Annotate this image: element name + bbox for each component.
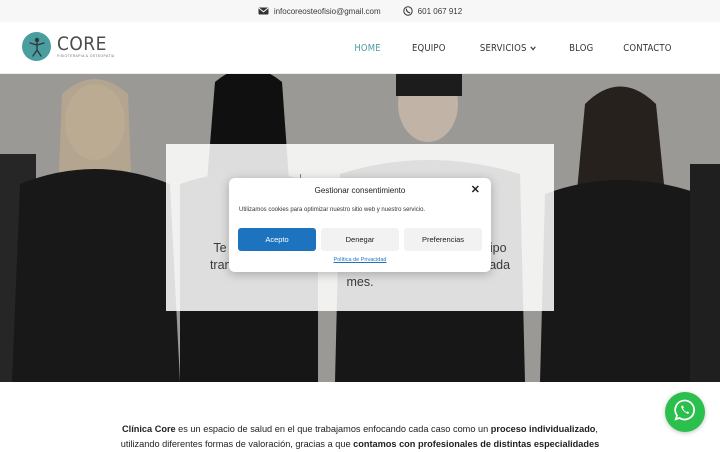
logo-wordmark: CORE: [57, 33, 107, 55]
intro-text-1: es un espacio de salud en el que trabaja…: [175, 424, 491, 434]
contact-bar: infocoreosteofisio@gmail.com 601 067 912: [0, 0, 720, 22]
whatsapp-button[interactable]: [665, 392, 705, 432]
logo[interactable]: CORE FISIOTERAPIA & OSTEOPATIA: [22, 32, 115, 61]
nav-equipo[interactable]: EQUIPO: [412, 43, 446, 54]
whatsapp-icon: [673, 398, 697, 427]
phone-text: 601 067 912: [417, 6, 463, 16]
phone-contact[interactable]: 601 067 912: [402, 6, 463, 16]
nav-home[interactable]: HOME: [354, 43, 380, 54]
nav-servicios-label: SERVICIOS: [479, 42, 527, 54]
envelope-icon: [258, 7, 269, 15]
intro-highlight-1: proceso individualizado: [490, 424, 596, 434]
chevron-down-icon: [530, 43, 536, 54]
logo-figure-icon: [22, 32, 51, 61]
intro-paragraph: Clínica Core es un espacio de salud en e…: [120, 422, 600, 452]
privacy-policy-link[interactable]: Política de Privacidad: [229, 257, 491, 263]
consent-message: Utilizamos cookies para optimizar nuestr…: [239, 207, 426, 213]
close-icon[interactable]: ✕: [471, 183, 480, 196]
nav-servicios[interactable]: SERVICIOS: [480, 43, 536, 54]
main-nav: HOME EQUIPO SERVICIOS BLOG CONTACTO: [352, 22, 676, 74]
accept-button[interactable]: Acepto: [238, 228, 316, 251]
hero-line-3: mes.: [346, 275, 374, 289]
preferences-button[interactable]: Preferencias: [404, 228, 482, 251]
site-header: CORE FISIOTERAPIA & OSTEOPATIA HOME EQUI…: [0, 22, 720, 74]
nav-blog[interactable]: BLOG: [569, 43, 593, 54]
whatsapp-icon: [402, 6, 413, 16]
cookie-consent-dialog: Gestionar consentimiento ✕ Utilizamos co…: [229, 178, 491, 272]
email-contact[interactable]: infocoreosteofisio@gmail.com: [258, 7, 381, 16]
consent-title: Gestionar consentimiento: [314, 186, 406, 195]
email-text: infocoreosteofisio@gmail.com: [273, 6, 381, 16]
intro-clinic-name: Clínica Core: [122, 424, 176, 434]
deny-button[interactable]: Denegar: [321, 228, 399, 251]
intro-highlight-2: contamos con profesionales de distintas …: [353, 439, 600, 449]
nav-contacto[interactable]: CONTACTO: [623, 43, 671, 54]
